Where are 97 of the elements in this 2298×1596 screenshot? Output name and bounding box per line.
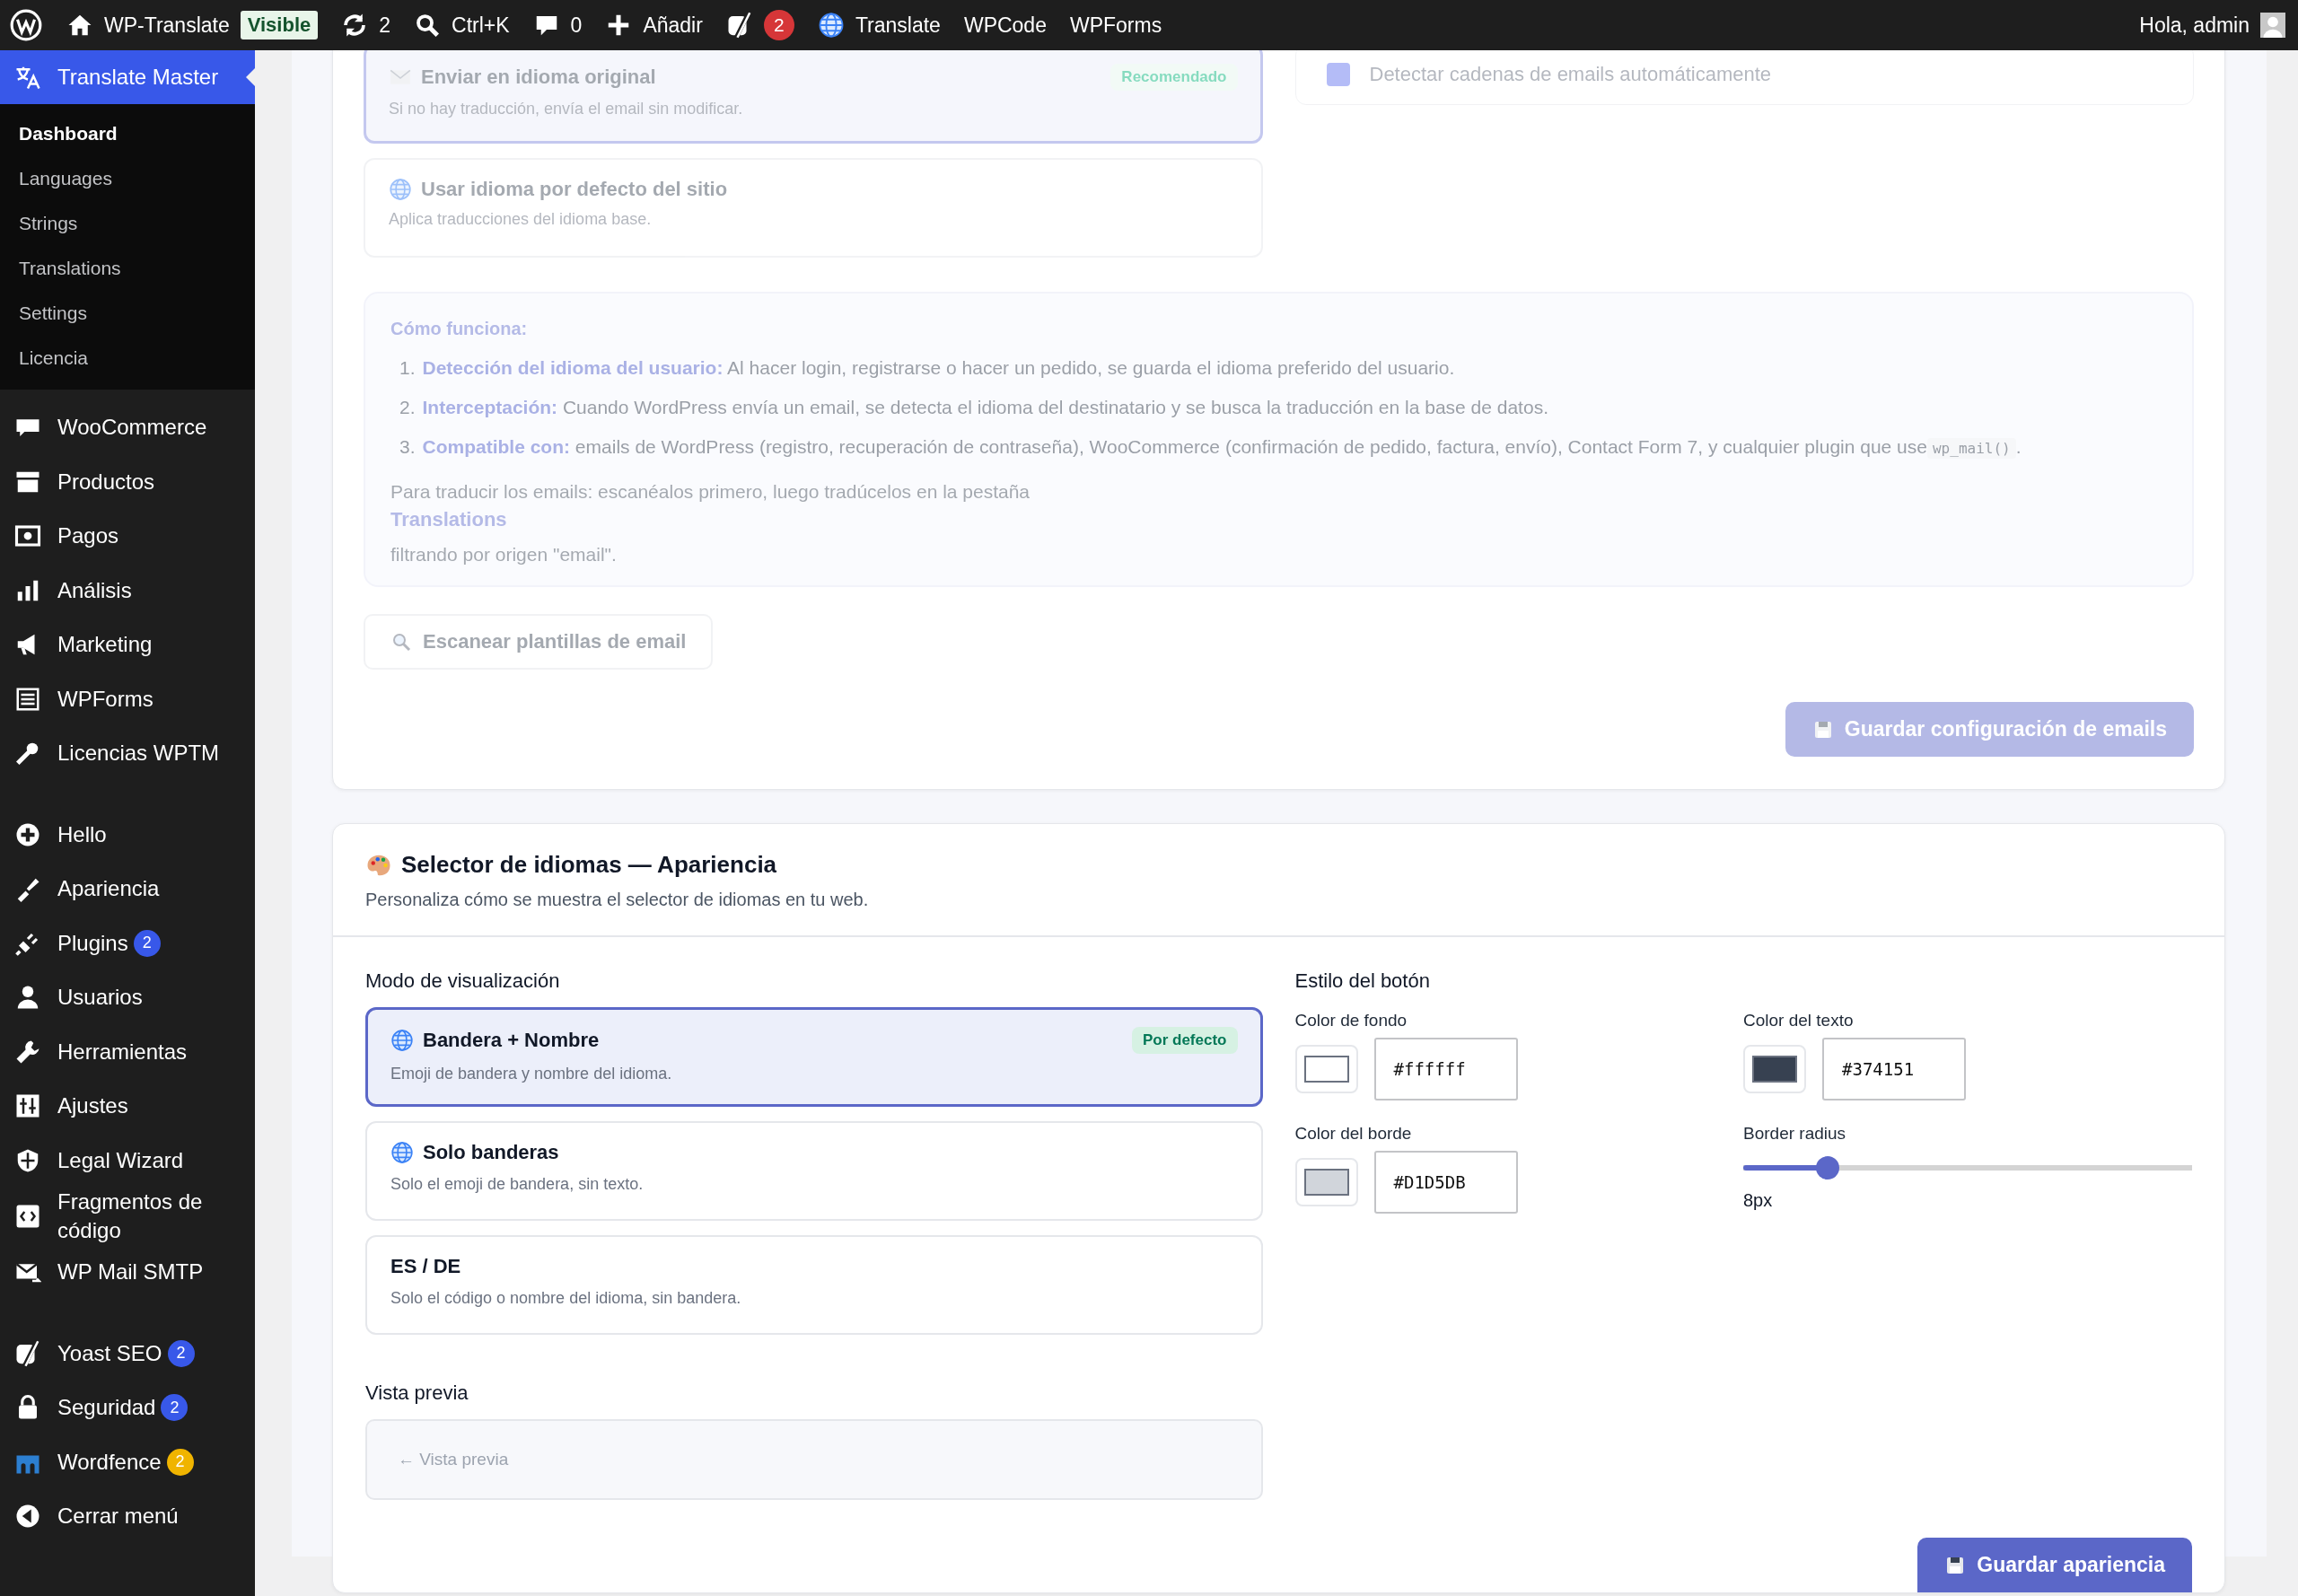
option-card[interactable]: ES / DE Solo el código o nombre del idioma, sin bandera.: [365, 1235, 1263, 1335]
globe-icon: [390, 1141, 414, 1164]
sidebar-item[interactable]: Productos: [57, 467, 155, 496]
toolbar-link[interactable]: Ctrl+K: [452, 13, 510, 38]
color-picker[interactable]: [1294, 1158, 1358, 1206]
section-title: Selector de idiomas — Apariencia: [401, 851, 777, 879]
search-icon[interactable]: [414, 12, 442, 39]
sidebar-item[interactable]: Fragmentos de código: [57, 1188, 228, 1245]
info-heading: Cómo funciona:: [390, 319, 528, 339]
sidebar-item[interactable]: Licencias WPTM: [57, 739, 220, 768]
visibility-badge[interactable]: Visible: [240, 11, 319, 39]
sidebar-item[interactable]: Cerrar menú: [57, 1502, 179, 1531]
toolbar-link[interactable]: WPForms: [1069, 13, 1162, 38]
save-button[interactable]: Guardar apariencia: [1917, 1538, 2192, 1592]
option-title: Enviar en idioma original: [421, 66, 656, 89]
count-badge: 2: [166, 1448, 194, 1476]
default-badge: Por defecto: [1131, 1027, 1238, 1054]
toolbar-link[interactable]: Translate: [855, 13, 941, 38]
slider-thumb[interactable]: [1815, 1156, 1839, 1179]
info-note: filtrando por origen "email".: [390, 544, 617, 566]
sidebar-item[interactable]: Marketing: [57, 630, 153, 660]
hex-input[interactable]: #374151: [1822, 1038, 1966, 1101]
sidebar-item[interactable]: Wordfence: [57, 1447, 162, 1477]
step-text: Detección del idioma del usuario: Al hacer login, registrarse o hacer un pedido, se guarda el idioma preferido del usuario.: [422, 357, 1455, 379]
sidebar-item[interactable]: Usuarios: [57, 983, 143, 1013]
option-description: Solo el código o nombre del idioma, sin bandera.: [390, 1289, 742, 1308]
sidebar-item[interactable]: Herramientas: [57, 1037, 188, 1066]
sidebar-item[interactable]: Translate Master: [0, 50, 255, 104]
step-text: Compatible con: emails de WordPress (registro, recuperación de contraseña), WooCommerce (confirmación de pedido, factura, envío), Contact Form 7, y cualquier plugin que use wp_mail() .: [422, 436, 2022, 458]
sidebar-item[interactable]: Hello: [57, 820, 107, 849]
option-description: Emoji de bandera y nombre del idioma.: [390, 1065, 673, 1083]
sidebar-item[interactable]: Pagos: [57, 522, 119, 551]
option-title: Bandera + Nombre: [423, 1029, 600, 1052]
field-label: Color del texto: [1743, 1011, 1855, 1030]
step-number: 2.: [399, 397, 416, 418]
globe-icon: [390, 1029, 414, 1052]
hex-input[interactable]: #ffffff: [1373, 1038, 1518, 1101]
field-label: Estilo del botón: [1294, 969, 1431, 993]
info-note: Para traducir los emails: escanéalos primero, luego tradúcelos en la pestaña: [390, 481, 1031, 503]
sidebar-item[interactable]: Yoast SEO: [57, 1338, 162, 1368]
color-picker[interactable]: [1294, 1045, 1358, 1093]
sidebar-label: Translate Master: [57, 65, 219, 90]
toolbar-link[interactable]: WP-Translate: [104, 13, 230, 38]
submenu-item[interactable]: Settings: [0, 291, 255, 336]
option-description: Solo el emoji de bandera, sin texto.: [390, 1175, 645, 1194]
field-label: Border radius: [1743, 1124, 1847, 1144]
sidebar-item[interactable]: Apariencia: [57, 874, 160, 904]
sidebar-item[interactable]: Seguridad: [57, 1393, 156, 1423]
toolbar-link[interactable]: 2: [379, 13, 391, 38]
step-number: 1.: [399, 357, 416, 379]
field-label: Color de fondo: [1294, 1011, 1408, 1030]
field-label: Color del borde: [1294, 1124, 1413, 1144]
count-badge: 2: [133, 929, 161, 957]
field-label: Vista previa: [365, 1381, 469, 1405]
count-badge: 2: [167, 1339, 195, 1367]
recommended-badge: Recomendado: [1110, 64, 1238, 91]
slider-value: 8px: [1743, 1190, 1774, 1211]
toolbar-link[interactable]: 0: [570, 13, 583, 38]
submenu-item[interactable]: Dashboard: [0, 111, 255, 156]
toolbar-link[interactable]: WPCode: [963, 13, 1047, 38]
sidebar-item[interactable]: WP Mail SMTP: [57, 1258, 204, 1287]
section-subtitle: Personaliza cómo se muestra el selector de idiomas en tu web.: [365, 890, 870, 910]
globe-icon[interactable]: [817, 12, 845, 39]
checkbox-label: Detectar cadenas de emails automáticamente: [1369, 63, 1772, 86]
step-number: 3.: [399, 436, 416, 458]
preview-text: ← Vista previa: [398, 1450, 509, 1469]
option-description: Si no hay traducción, envía el email sin modificar.: [389, 100, 744, 118]
circle-logo-icon[interactable]: [9, 8, 43, 42]
option-title: ES / DE: [390, 1255, 461, 1278]
option-title: Solo banderas: [423, 1141, 559, 1164]
color-picker[interactable]: [1743, 1045, 1806, 1093]
sidebar-item[interactable]: WooCommerce: [57, 413, 207, 443]
notification-count: 2: [763, 10, 794, 40]
globe-icon: [389, 178, 412, 201]
search-icon: [390, 631, 412, 653]
count-badge: 2: [161, 1394, 189, 1422]
submenu-item[interactable]: Strings: [0, 201, 255, 246]
option-card[interactable]: Bandera + Nombre Por defecto Emoji de bandera y nombre del idioma.: [365, 1007, 1263, 1107]
submenu-item[interactable]: Licencia: [0, 336, 255, 381]
slash-square-icon: [14, 1339, 41, 1367]
field-label: Modo de visualización: [365, 969, 561, 993]
toolbar-link[interactable]: Añadir: [643, 13, 703, 38]
hex-input[interactable]: #D1D5DB: [1373, 1151, 1518, 1214]
sliders-icon: [14, 1092, 41, 1120]
submenu-item[interactable]: Languages: [0, 156, 255, 201]
sidebar-item[interactable]: Plugins: [57, 928, 128, 958]
sidebar-item[interactable]: Ajustes: [57, 1092, 128, 1121]
account-greeting[interactable]: Hola, admin: [2139, 13, 2250, 38]
option-description: Aplica traducciones del idioma base.: [389, 210, 653, 229]
step-text: Interceptación: Cuando WordPress envía un email, se detecta el idioma del destinatario y se busca la traducción en la base de datos.: [422, 397, 1548, 418]
code-icon: [14, 1203, 41, 1230]
sidebar-item[interactable]: WPForms: [57, 684, 153, 714]
submenu-item[interactable]: Translations: [0, 246, 255, 291]
sidebar-item[interactable]: Legal Wizard: [57, 1145, 184, 1175]
option-title: Usar idioma por defecto del sitio: [421, 178, 728, 201]
option-card[interactable]: Solo banderas Solo el emoji de bandera, sin texto.: [365, 1121, 1263, 1221]
sidebar-item[interactable]: Análisis: [57, 575, 132, 605]
